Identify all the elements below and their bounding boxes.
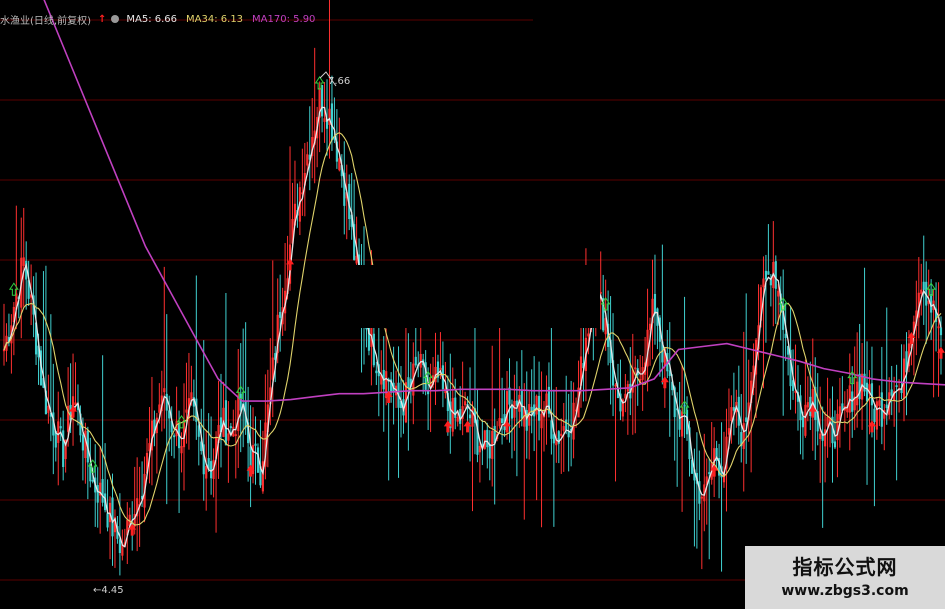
candle-body (653, 293, 657, 314)
candle-body (769, 279, 772, 286)
candle-body (486, 429, 489, 448)
candle-body (668, 370, 671, 377)
candle-body (330, 103, 334, 141)
candle-body (922, 281, 925, 290)
candle-body (81, 434, 84, 451)
candle-body (91, 479, 94, 482)
candle-body (254, 443, 257, 446)
candle-body (515, 400, 518, 406)
candle-body (468, 414, 472, 419)
ma5-value: MA5: 6.66 (126, 13, 178, 25)
masked-region (345, 265, 600, 328)
candle-body (414, 356, 417, 366)
candle-body (732, 407, 735, 411)
low-price-value: 4.45 (101, 585, 124, 596)
candle-body (106, 513, 109, 528)
candle-body (510, 405, 514, 419)
peak-price-label: 7.66 (328, 76, 351, 87)
candle-body (165, 393, 168, 411)
candle-body (873, 408, 876, 422)
candle-body (833, 441, 837, 448)
up-arrow-icon: ↑ (97, 13, 107, 25)
candle-body (279, 311, 282, 318)
candle-body (101, 479, 104, 503)
candle-body (745, 417, 748, 422)
candle-body (801, 416, 804, 428)
candle-body (224, 400, 227, 446)
candle-body (173, 435, 176, 438)
watermark-url: www.zbgs3.com (781, 583, 909, 599)
candle-body (210, 461, 213, 479)
candle-body (96, 485, 99, 503)
candle-body (890, 389, 893, 396)
candle-body (865, 382, 869, 402)
candle-body (885, 404, 888, 409)
indicator-legend: 水渔业(日线,前复权) ↑ MA5: 6.66 MA34: 6.13 MA170… (0, 11, 315, 27)
candle-body (870, 383, 874, 406)
top-right-blank (533, 0, 945, 32)
candle-body (321, 84, 324, 117)
candle-body (550, 420, 553, 439)
candle-body (895, 385, 898, 388)
low-price-label: ←4.45 (93, 585, 124, 596)
watermark-title: 指标公式网 (792, 555, 898, 579)
ma170-line (43, 0, 945, 402)
candle-body (552, 434, 555, 444)
settings-circle-icon[interactable] (111, 15, 120, 23)
candle-body (784, 333, 787, 339)
candle-body (375, 370, 378, 374)
menu-strip (0, 0, 340, 8)
ma34-value: MA34: 6.13 (186, 13, 244, 25)
candle-body (764, 270, 768, 280)
candle-body (493, 425, 496, 444)
candle-body (488, 443, 491, 459)
chart-stage: 水渔业(日线,前复权) ↑ MA5: 6.66 MA34: 6.13 MA170… (0, 0, 945, 609)
candle-body (708, 472, 711, 475)
candle-body (565, 419, 568, 430)
candle-body (939, 327, 943, 336)
candle-body (508, 387, 511, 405)
candle-body (501, 418, 504, 424)
candle-body (118, 539, 121, 554)
candle-body (858, 373, 861, 400)
candle-body (774, 261, 777, 289)
candle-body (407, 377, 410, 389)
candle-body (59, 426, 62, 429)
watermark: 指标公式网 www.zbgs3.com (745, 546, 945, 609)
candle-body (767, 271, 770, 275)
candle-body (239, 393, 242, 411)
candle-body (683, 404, 686, 407)
ma170-value: MA170: 5.90 (252, 13, 316, 25)
candle-body (229, 426, 232, 429)
candle-body (333, 137, 336, 140)
candle-body (567, 431, 570, 438)
stock-name-label: 水渔业(日线,前复权) (0, 15, 91, 27)
candle-body (249, 446, 252, 467)
candle-body (111, 497, 114, 537)
